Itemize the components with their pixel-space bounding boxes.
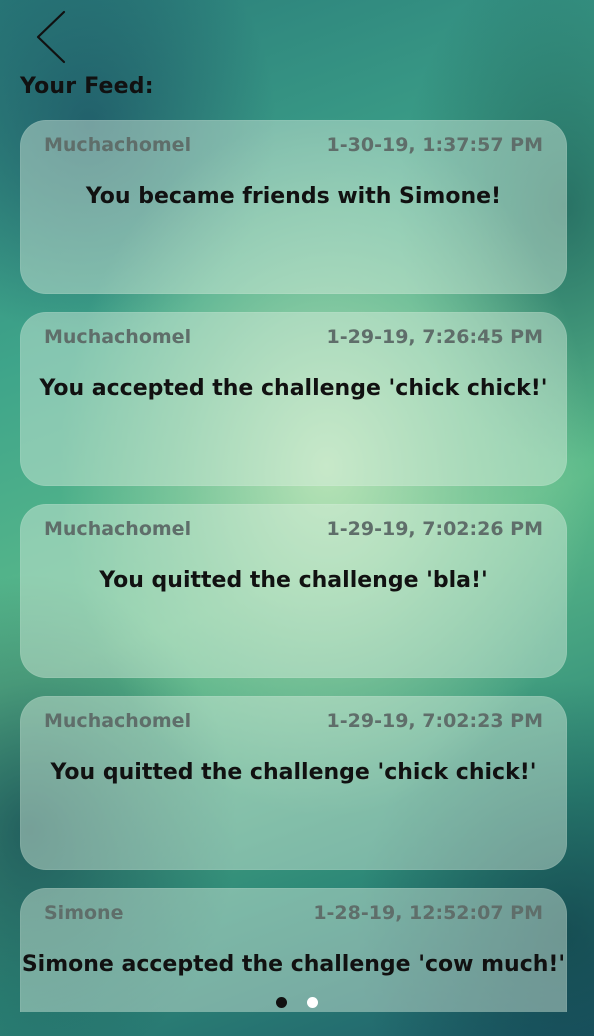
feed-item[interactable]: Muchachomel 1-29-19, 7:26:45 PM You acce… xyxy=(20,312,567,486)
feed-item-user: Muchachomel xyxy=(44,326,192,348)
feed-item-timestamp: 1-30-19, 1:37:57 PM xyxy=(326,134,543,156)
feed-item-message: You quitted the challenge 'bla!' xyxy=(99,568,488,593)
feed-item-user: Muchachomel xyxy=(44,518,192,540)
feed-item-message: You accepted the challenge 'chick chick!… xyxy=(39,376,548,401)
feed-item-message: You quitted the challenge 'chick chick!' xyxy=(50,760,537,785)
feed-item-timestamp: 1-29-19, 7:02:26 PM xyxy=(326,518,543,540)
feed-item-message: Simone accepted the challenge 'cow much!… xyxy=(21,952,566,977)
back-button[interactable] xyxy=(22,8,72,66)
feed-item-message: You became friends with Simone! xyxy=(85,184,502,209)
feed-item-user: Simone xyxy=(44,902,124,924)
page-dot[interactable] xyxy=(306,997,318,1008)
feed-item-timestamp: 1-28-19, 12:52:07 PM xyxy=(313,902,543,924)
feed-item-timestamp: 1-29-19, 7:26:45 PM xyxy=(326,326,543,348)
feed-item[interactable]: Muchachomel 1-29-19, 7:02:26 PM You quit… xyxy=(20,504,567,678)
feed-item-timestamp: 1-29-19, 7:02:23 PM xyxy=(326,710,543,732)
chevron-left-icon xyxy=(22,10,72,70)
feed-item-user: Muchachomel xyxy=(44,134,192,156)
page-indicator[interactable] xyxy=(0,992,594,1008)
page-title: Your Feed: xyxy=(20,74,154,99)
feed-item[interactable]: Muchachomel 1-30-19, 1:37:57 PM You beca… xyxy=(20,120,567,294)
feed-item-user: Muchachomel xyxy=(44,710,192,732)
feed-list[interactable]: Muchachomel 1-30-19, 1:37:57 PM You beca… xyxy=(20,120,567,1012)
feed-item[interactable]: Muchachomel 1-29-19, 7:02:23 PM You quit… xyxy=(20,696,567,870)
